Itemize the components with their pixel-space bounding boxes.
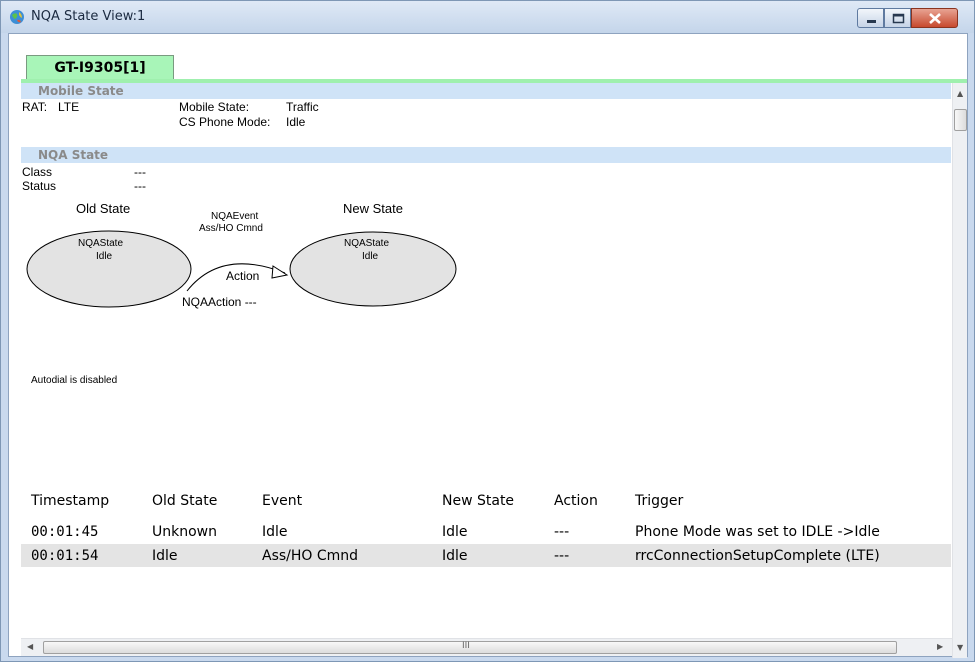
window-title: NQA State View:1 <box>31 9 146 24</box>
new-state-name: NQAState <box>344 238 390 249</box>
mobile-state-label: Mobile State: <box>179 100 250 114</box>
tab-strip: GT-I9305[1] <box>9 34 967 83</box>
vertical-scrollbar[interactable]: ▲ ▼ <box>952 83 967 658</box>
row-trigger: Phone Mode was set to IDLE ->Idle <box>635 524 880 540</box>
row-timestamp: 00:01:45 <box>31 524 99 540</box>
horizontal-scroll-thumb[interactable]: III <box>43 641 897 654</box>
close-icon <box>929 13 941 24</box>
new-state-title: New State <box>343 201 403 216</box>
vertical-scroll-thumb[interactable] <box>954 109 967 131</box>
event-name: NQAEvent <box>211 211 259 222</box>
nqa-state-header: NQA State <box>21 147 951 163</box>
state-content: Mobile State RAT: LTE Mobile State: Traf… <box>21 83 951 638</box>
col-old-state[interactable]: Old State <box>152 493 217 509</box>
scroll-up-icon[interactable]: ▲ <box>957 89 963 98</box>
minimize-icon <box>867 20 876 23</box>
row-action: --- <box>554 548 570 564</box>
row-old-state: Unknown <box>152 524 217 540</box>
old-state-value: Idle <box>96 251 113 262</box>
maximize-icon <box>892 13 905 24</box>
row-new-state: Idle <box>442 524 468 540</box>
col-action[interactable]: Action <box>554 493 598 509</box>
rat-label: RAT: <box>22 100 48 114</box>
row-new-state: Idle <box>442 548 468 564</box>
cs-phone-mode-value: Idle <box>286 115 306 129</box>
tab-gt-i9305[interactable]: GT-I9305[1] <box>26 55 174 80</box>
autodial-status: Autodial is disabled <box>31 375 118 386</box>
rat-value: LTE <box>58 100 80 114</box>
old-state-title: Old State <box>76 201 131 216</box>
client-area: GT-I9305[1] Mobile State RAT: LTE Mobile… <box>8 33 968 658</box>
class-label: Class <box>22 165 53 179</box>
col-event[interactable]: Event <box>262 493 302 509</box>
scroll-left-icon[interactable]: ◀ <box>27 642 33 651</box>
status-label: Status <box>22 179 57 193</box>
scroll-grip-icon: III <box>462 641 470 651</box>
horizontal-scrollbar[interactable]: ◀ III ▶ <box>21 638 952 656</box>
action-label: Action <box>226 269 260 283</box>
nqa-state-window: NQA State View:1 GT-I9305[1] Mobile Stat… <box>0 0 975 662</box>
event-value: Ass/HO Cmnd <box>199 223 263 234</box>
nqa-action: NQAAction --- <box>182 295 257 309</box>
mobile-state-value: Traffic <box>286 100 319 114</box>
row-old-state: Idle <box>152 548 178 564</box>
transition-arrow-icon <box>271 265 289 279</box>
mobile-state-header: Mobile State <box>21 83 951 99</box>
table-row[interactable]: 00:01:54 Idle Ass/HO Cmnd Idle --- rrcCo… <box>21 544 951 567</box>
col-timestamp[interactable]: Timestamp <box>31 493 109 509</box>
row-timestamp: 00:01:54 <box>31 548 99 564</box>
row-event: Idle <box>262 524 288 540</box>
col-trigger[interactable]: Trigger <box>635 493 683 509</box>
title-bar[interactable]: NQA State View:1 <box>1 1 974 33</box>
app-globe-icon <box>10 10 24 24</box>
maximize-button[interactable] <box>884 8 911 28</box>
table-row[interactable]: 00:01:45 Unknown Idle Idle --- Phone Mod… <box>21 520 951 543</box>
row-trigger: rrcConnectionSetupComplete (LTE) <box>635 548 880 564</box>
row-action: --- <box>554 524 570 540</box>
close-button[interactable] <box>911 8 958 28</box>
minimize-button[interactable] <box>857 8 884 28</box>
new-state-value: Idle <box>362 251 379 262</box>
old-state-name: NQAState <box>78 238 124 249</box>
class-value: --- <box>134 165 146 179</box>
cs-phone-mode-label: CS Phone Mode: <box>179 115 271 129</box>
status-value: --- <box>134 179 146 193</box>
col-new-state[interactable]: New State <box>442 493 514 509</box>
scroll-right-icon[interactable]: ▶ <box>937 642 943 651</box>
scroll-down-icon[interactable]: ▼ <box>957 643 963 652</box>
row-event: Ass/HO Cmnd <box>262 548 359 564</box>
